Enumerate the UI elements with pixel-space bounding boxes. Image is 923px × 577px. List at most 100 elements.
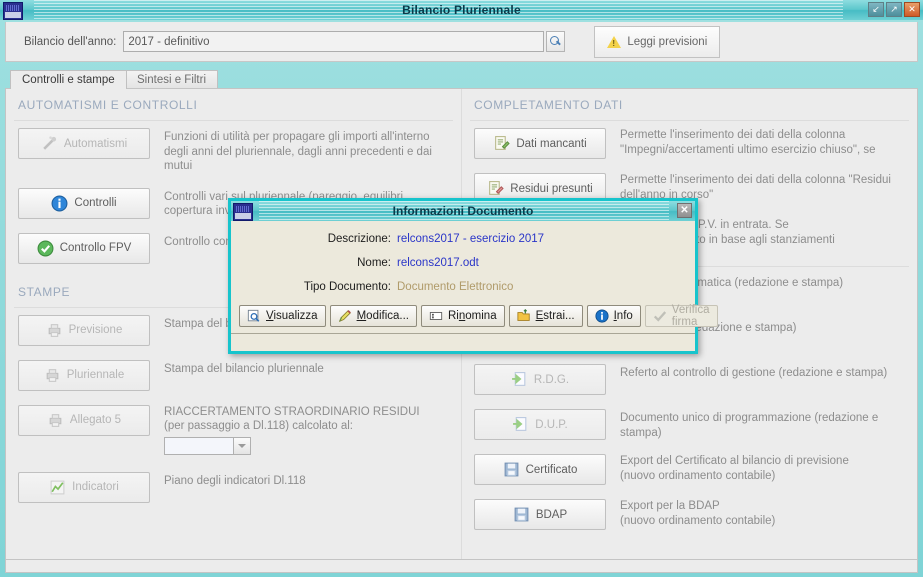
dialog-titlebar: Informazioni Documento ✕ (231, 201, 695, 221)
magnifier-icon (550, 36, 561, 47)
tab-controlli-e-stampe[interactable]: Controlli e stampe (10, 70, 127, 89)
row-automatismi: Automatismi Funzioni di utilità per prop… (6, 121, 461, 181)
previsione-label: Previsione (69, 324, 123, 336)
controlli-label: Controlli (74, 197, 116, 209)
tab-sintesi-e-filtri[interactable]: Sintesi e Filtri (125, 70, 218, 89)
window-title: Bilancio Pluriennale (0, 0, 923, 20)
dialog-button-bar: Visualizza Modifica... Rinomina (239, 305, 687, 327)
rinomina-button[interactable]: Rinomina (421, 305, 505, 327)
tipo-documento-label: Tipo Documento: (231, 281, 391, 293)
allegato-5-date-combo[interactable] (164, 437, 420, 455)
row-indicatori: Indicatori Piano degli indicatori Dl.118 (6, 462, 461, 510)
form-edit-icon (493, 135, 510, 152)
top-toolbar: Bilancio dell'anno: Leggi previsioni (5, 22, 918, 62)
doc-arrow-icon (511, 371, 528, 388)
year-input[interactable] (123, 31, 544, 52)
bdap-label: BDAP (536, 509, 567, 521)
modifica-label: Modifica... (357, 310, 409, 322)
field-descrizione: Descrizione: relcons2017 - esercizio 201… (231, 233, 695, 245)
tipo-documento-value: Documento Elettronico (397, 281, 513, 293)
previsione-button[interactable]: Previsione (18, 315, 150, 346)
estrai-button[interactable]: Estrai... (509, 305, 583, 327)
dup-button[interactable]: D.U.P. (474, 409, 606, 440)
window-controls: ↙ ↗ ✕ (868, 2, 920, 17)
info-blue-icon (595, 309, 609, 323)
info-button[interactable]: Info (587, 305, 641, 327)
dup-description: Documento unico di programmazione (redaz… (606, 409, 906, 440)
controllo-fpv-button[interactable]: Controllo FPV (18, 233, 150, 264)
automatismi-description: Funzioni di utilità per propagare gli im… (150, 128, 440, 174)
allegato-5-date-value[interactable] (164, 437, 234, 455)
dati-mancanti-label: Dati mancanti (516, 138, 586, 150)
rinomina-label: Rinomina (448, 310, 497, 322)
dati-mancanti-description-line1: Permette l'inserimento dei dati della co… (620, 128, 876, 143)
dialog-body: Descrizione: relcons2017 - esercizio 201… (231, 221, 695, 333)
allegato-5-description-line1: RIACCERTAMENTO STRAORDINARIO RESIDUI (164, 405, 420, 420)
bdap-button[interactable]: BDAP (474, 499, 606, 530)
magic-wand-icon (41, 135, 58, 152)
section-heading-completamento-dati: COMPLETAMENTO DATI (462, 89, 917, 120)
estrai-label: Estrai... (536, 310, 575, 322)
allegato-5-button[interactable]: Allegato 5 (18, 405, 150, 436)
rdg-button[interactable]: R.D.G. (474, 364, 606, 395)
certificato-description-line1: Export del Certificato al bilancio di pr… (620, 454, 849, 469)
printer-icon (46, 322, 63, 339)
tab-strip: Controlli e stampe Sintesi e Filtri (5, 70, 918, 89)
row-allegato-5: Allegato 5 RIACCERTAMENTO STRAORDINARIO … (6, 398, 461, 462)
pencil-icon (338, 309, 352, 323)
save-disk-icon (503, 461, 520, 478)
certificato-button[interactable]: Certificato (474, 454, 606, 485)
nome-label: Nome: (231, 257, 391, 269)
printer-icon (44, 367, 61, 384)
rdg-description: Referto al controllo di gestione (redazi… (606, 364, 906, 381)
row-bdap: BDAP Export per la BDAP (nuovo ordinamen… (462, 492, 917, 537)
row-dati-mancanti: Dati mancanti Permette l'inserimento dei… (462, 121, 917, 166)
visualizza-label: Visualizza (266, 310, 318, 322)
modifica-button[interactable]: Modifica... (330, 305, 417, 327)
leggi-previsioni-button[interactable]: Leggi previsioni (594, 26, 720, 58)
allegato-5-description-line2: (per passaggio a Dl.118) calcolato al: (164, 419, 420, 434)
allegato-5-label: Allegato 5 (70, 414, 121, 426)
check-gray-icon (653, 309, 667, 323)
close-icon[interactable]: ✕ (904, 2, 920, 17)
descrizione-value: relcons2017 - esercizio 2017 (397, 233, 544, 245)
search-button[interactable] (546, 31, 565, 52)
pluriennale-description: Stampa del bilancio pluriennale (150, 360, 440, 377)
year-label: Bilancio dell'anno: (24, 36, 116, 48)
check-green-icon (37, 240, 54, 257)
dati-mancanti-button[interactable]: Dati mancanti (474, 128, 606, 159)
verifica-firma-button: Verifica firma (645, 305, 718, 327)
info-blue-icon (51, 195, 68, 212)
dialog-status-bar (231, 333, 695, 351)
indicatori-label: Indicatori (72, 481, 119, 493)
chart-line-icon (49, 479, 66, 496)
pluriennale-button[interactable]: Pluriennale (18, 360, 150, 391)
automatismi-label: Automatismi (64, 138, 127, 150)
dialog-title: Informazioni Documento (231, 204, 695, 218)
bdap-description-line2: (nuovo ordinamento contabile) (620, 514, 775, 529)
residui-presunti-label: Residui presunti (510, 183, 592, 195)
rename-icon (429, 309, 443, 323)
chevron-down-icon[interactable] (234, 437, 251, 455)
pluriennale-label: Pluriennale (67, 369, 125, 381)
minimize-icon[interactable]: ↙ (868, 2, 884, 17)
preview-icon (247, 309, 261, 323)
descrizione-label: Descrizione: (231, 233, 391, 245)
automatismi-button[interactable]: Automatismi (18, 128, 150, 159)
informazioni-documento-dialog: Informazioni Documento ✕ Descrizione: re… (228, 198, 698, 354)
row-rdg: R.D.G. Referto al controllo di gestione … (462, 357, 917, 402)
visualizza-button[interactable]: Visualizza (239, 305, 326, 327)
indicatori-button[interactable]: Indicatori (18, 472, 150, 503)
row-dup: D.U.P. Documento unico di programmazione… (462, 402, 917, 447)
field-tipo-documento: Tipo Documento: Documento Elettronico (231, 281, 695, 293)
row-certificato: Certificato Export del Certificato al bi… (462, 447, 917, 492)
controllo-fpv-label: Controllo FPV (60, 242, 132, 254)
maximize-icon[interactable]: ↗ (886, 2, 902, 17)
indicatori-description: Piano degli indicatori Dl.118 (150, 472, 440, 489)
warning-triangle-icon (607, 36, 621, 48)
application-window: Bilancio Pluriennale ↙ ↗ ✕ Bilancio dell… (0, 0, 923, 577)
dialog-close-icon[interactable]: ✕ (677, 203, 692, 218)
certificato-label: Certificato (526, 464, 578, 476)
controlli-button[interactable]: Controlli (18, 188, 150, 219)
status-bar (5, 559, 918, 573)
